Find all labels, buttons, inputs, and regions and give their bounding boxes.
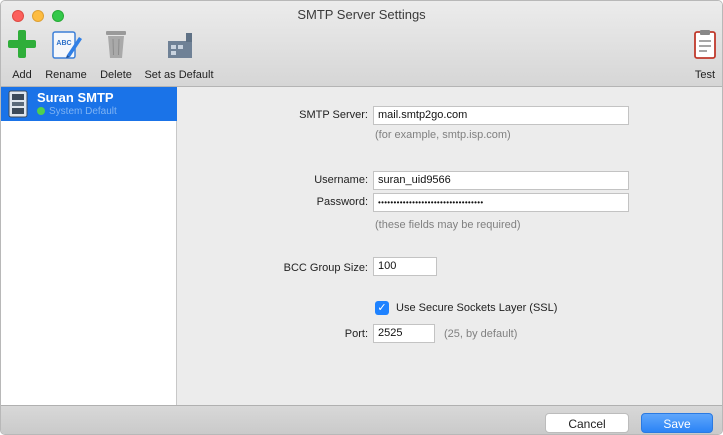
server-default-icon	[168, 33, 192, 58]
bcc-group-size-label: BCC Group Size:	[283, 262, 368, 274]
mailbox-icon	[8, 90, 28, 118]
clipboard-icon	[694, 30, 716, 59]
footer-bar: Cancel Save	[1, 405, 722, 434]
port-hint: (25, by default)	[444, 328, 518, 340]
title-bar: SMTP Server Settings Add ABC Rename Dele…	[1, 1, 722, 87]
smtp-settings-window: SMTP Server Settings Add ABC Rename Dele…	[0, 0, 723, 435]
server-default-status: System Default	[37, 106, 117, 117]
delete-label: Delete	[100, 69, 132, 81]
set-as-default-button[interactable]: Set as Default	[139, 27, 219, 81]
ssl-label[interactable]: Use Secure Sockets Layer (SSL)	[396, 302, 557, 314]
cancel-button[interactable]: Cancel	[545, 413, 629, 433]
bcc-group-size-input[interactable]: 100	[373, 257, 437, 276]
rename-icon: ABC	[52, 31, 82, 59]
plus-icon	[8, 30, 36, 58]
test-label: Test	[694, 69, 716, 81]
smtp-server-label: SMTP Server:	[299, 109, 368, 121]
delete-button[interactable]: Delete	[95, 27, 137, 81]
test-button[interactable]: Test	[691, 27, 719, 81]
password-label: Password:	[316, 196, 368, 208]
smtp-server-hint: (for example, smtp.isp.com)	[375, 129, 511, 141]
username-label: Username:	[314, 174, 368, 186]
server-list-item[interactable]: Suran SMTP System Default	[1, 87, 177, 121]
port-label: Port:	[344, 328, 368, 340]
add-button[interactable]: Add	[7, 27, 37, 81]
credentials-hint: (these fields may be required)	[375, 219, 521, 231]
save-button[interactable]: Save	[641, 413, 713, 433]
svg-text:ABC: ABC	[56, 40, 71, 47]
password-input[interactable]: ••••••••••••••••••••••••••••••••••	[373, 193, 629, 212]
server-default-label: System Default	[49, 106, 117, 117]
server-list: Suran SMTP System Default	[1, 87, 177, 405]
trash-icon	[106, 31, 126, 58]
smtp-server-input[interactable]: mail.smtp2go.com	[373, 106, 629, 125]
port-input[interactable]: 2525	[373, 324, 435, 343]
rename-label: Rename	[45, 69, 87, 81]
add-label: Add	[12, 69, 32, 81]
ssl-checkbox[interactable]: ✓	[375, 301, 389, 315]
window-title: SMTP Server Settings	[297, 7, 426, 22]
server-settings-form: SMTP Server: mail.smtp2go.com (for examp…	[178, 87, 722, 405]
set-as-default-label: Set as Default	[144, 69, 214, 81]
server-name: Suran SMTP	[37, 90, 114, 105]
rename-button[interactable]: ABC Rename	[39, 27, 93, 81]
default-status-dot-icon	[37, 107, 45, 115]
username-input[interactable]: suran_uid9566	[373, 171, 629, 190]
